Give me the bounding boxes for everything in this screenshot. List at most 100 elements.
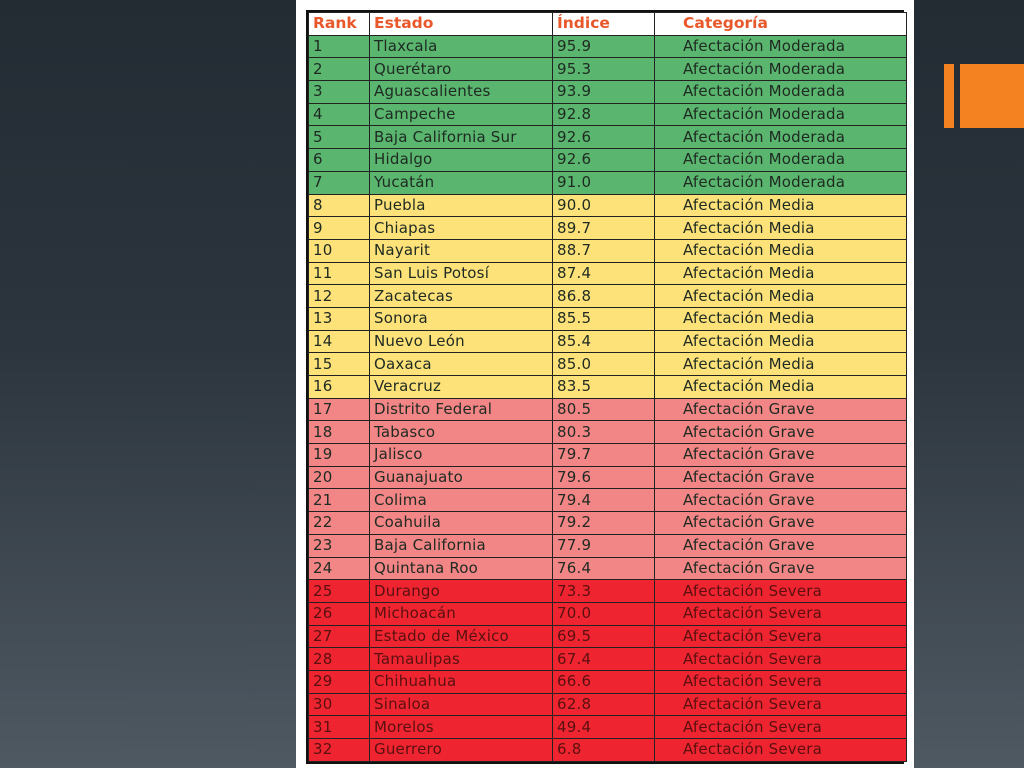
table-row: 30 Sinaloa 62.8 Afectación Severa	[308, 692, 907, 717]
cell-indice: 66.6	[552, 669, 655, 694]
table-row: 18 Tabasco 80.3 Afectación Grave	[308, 420, 907, 445]
table-row: 23 Baja California 77.9 Afectación Grave	[308, 533, 907, 558]
cell-categoria: Afectación Media	[654, 216, 907, 240]
table-row: 2 Querétaro 95.3 Afectación Moderada	[308, 57, 907, 82]
table-row: 1 Tlaxcala 95.9 Afectación Moderada	[308, 34, 907, 59]
cell-estado: Durango	[369, 579, 553, 603]
table-row: 21 Colima 79.4 Afectación Grave	[308, 488, 907, 513]
table-row: 11 San Luis Potosí 87.4 Afectación Media	[308, 261, 907, 286]
cell-rank: 1	[308, 34, 370, 59]
cell-rank: 31	[308, 715, 370, 739]
cell-estado: Tabasco	[369, 420, 553, 445]
cell-categoria: Afectación Grave	[654, 420, 907, 445]
cell-rank: 21	[308, 488, 370, 513]
cell-categoria: Afectación Moderada	[654, 125, 907, 150]
table-row: 8 Puebla 90.0 Afectación Media	[308, 193, 907, 218]
cell-rank: 5	[308, 125, 370, 150]
cell-indice: 95.3	[552, 57, 655, 82]
ranking-table: Rank Estado Índice Categoría 1 Tlaxcala 95…	[308, 12, 907, 762]
table-row: 17 Distrito Federal 80.5 Afectación Grave	[308, 397, 907, 422]
cell-indice: 80.5	[552, 397, 655, 422]
cell-rank: 2	[308, 57, 370, 82]
cell-rank: 24	[308, 556, 370, 581]
cell-indice: 77.9	[552, 533, 655, 558]
cell-indice: 76.4	[552, 556, 655, 581]
cell-categoria: Afectación Severa	[654, 579, 907, 603]
orange-accent-bar	[944, 64, 954, 128]
cell-indice: 79.6	[552, 465, 655, 490]
cell-estado: Aguascalientes	[369, 80, 553, 104]
table-row: 16 Veracruz 83.5 Afectación Media	[308, 375, 907, 399]
cell-estado: Zacatecas	[369, 284, 553, 308]
cell-rank: 18	[308, 420, 370, 445]
cell-estado: San Luis Potosí	[369, 261, 553, 286]
cell-estado: Estado de México	[369, 624, 553, 649]
cell-categoria: Afectación Severa	[654, 624, 907, 649]
cell-indice: 85.4	[552, 329, 655, 354]
cell-rank: 29	[308, 669, 370, 694]
cell-indice: 95.9	[552, 34, 655, 59]
cell-categoria: Afectación Media	[654, 193, 907, 218]
cell-indice: 90.0	[552, 193, 655, 218]
table-row: 7 Yucatán 91.0 Afectación Moderada	[308, 170, 907, 195]
header-indice: Índice	[552, 12, 655, 36]
cell-rank: 9	[308, 216, 370, 240]
cell-indice: 93.9	[552, 80, 655, 104]
cell-indice: 89.7	[552, 216, 655, 240]
table-row: 25 Durango 73.3 Afectación Severa	[308, 579, 907, 603]
cell-estado: Michoacán	[369, 601, 553, 626]
cell-indice: 6.8	[552, 738, 655, 762]
cell-rank: 19	[308, 443, 370, 467]
cell-rank: 13	[308, 306, 370, 331]
table-row: 26 Michoacán 70.0 Afectación Severa	[308, 601, 907, 626]
table-row: 3 Aguascalientes 93.9 Afectación Moderada	[308, 80, 907, 104]
table-row: 5 Baja California Sur 92.6 Afectación Moder…	[308, 125, 907, 150]
cell-categoria: Afectación Grave	[654, 465, 907, 490]
cell-categoria: Afectación Severa	[654, 715, 907, 739]
table-row: 27 Estado de México 69.5 Afectación Severa	[308, 624, 907, 649]
cell-indice: 92.8	[552, 102, 655, 127]
cell-estado: Nuevo León	[369, 329, 553, 354]
cell-estado: Chihuahua	[369, 669, 553, 694]
cell-indice: 92.6	[552, 125, 655, 150]
table-body: 1 Tlaxcala 95.9 Afectación Moderada 2 Queréta…	[308, 34, 907, 762]
cell-rank: 23	[308, 533, 370, 558]
cell-rank: 32	[308, 738, 370, 762]
cell-rank: 16	[308, 375, 370, 399]
cell-indice: 85.5	[552, 306, 655, 331]
cell-estado: Distrito Federal	[369, 397, 553, 422]
cell-estado: Nayarit	[369, 238, 553, 263]
cell-estado: Morelos	[369, 715, 553, 739]
table-row: 10 Nayarit 88.7 Afectación Media	[308, 238, 907, 263]
cell-indice: 62.8	[552, 692, 655, 717]
cell-estado: Guanajuato	[369, 465, 553, 490]
cell-rank: 11	[308, 261, 370, 286]
cell-rank: 4	[308, 102, 370, 127]
cell-estado: Coahuila	[369, 511, 553, 535]
table-row: 31 Morelos 49.4 Afectación Severa	[308, 715, 907, 739]
cell-categoria: Afectación Severa	[654, 669, 907, 694]
cell-categoria: Afectación Grave	[654, 488, 907, 513]
cell-indice: 79.4	[552, 488, 655, 513]
table-row: 6 Hidalgo 92.6 Afectación Moderada	[308, 148, 907, 172]
table-row: 9 Chiapas 89.7 Afectación Media	[308, 216, 907, 240]
cell-categoria: Afectación Grave	[654, 443, 907, 467]
cell-indice: 70.0	[552, 601, 655, 626]
cell-rank: 27	[308, 624, 370, 649]
cell-estado: Sinaloa	[369, 692, 553, 717]
cell-indice: 49.4	[552, 715, 655, 739]
cell-indice: 85.0	[552, 352, 655, 376]
cell-categoria: Afectación Moderada	[654, 57, 907, 82]
cell-categoria: Afectación Media	[654, 284, 907, 308]
table-row: 19 Jalisco 79.7 Afectación Grave	[308, 443, 907, 467]
cell-rank: 7	[308, 170, 370, 195]
table-row: 4 Campeche 92.8 Afectación Moderada	[308, 102, 907, 127]
ranking-table-frame: Rank Estado Índice Categoría 1 Tlaxcala 95…	[306, 10, 907, 764]
table-row: 24 Quintana Roo 76.4 Afectación Grave	[308, 556, 907, 581]
cell-rank: 15	[308, 352, 370, 376]
cell-categoria: Afectación Moderada	[654, 34, 907, 59]
orange-accent-block	[960, 64, 1024, 128]
cell-estado: Chiapas	[369, 216, 553, 240]
cell-rank: 20	[308, 465, 370, 490]
cell-categoria: Afectación Grave	[654, 511, 907, 535]
